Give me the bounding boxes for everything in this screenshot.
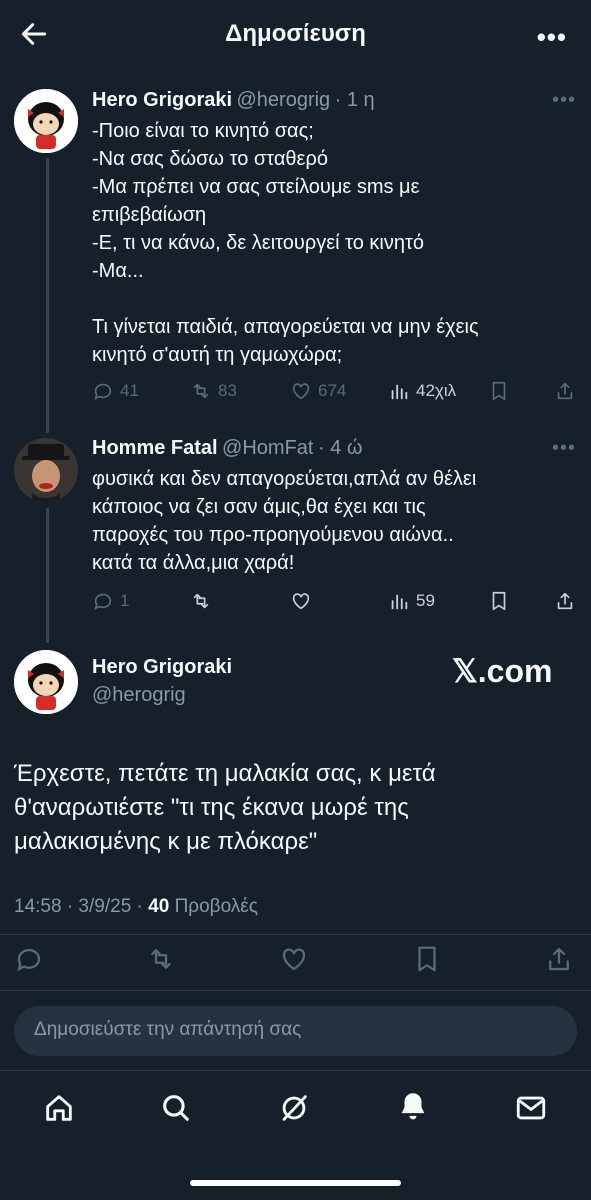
home-icon[interactable] xyxy=(42,1091,76,1130)
notifications-icon[interactable] xyxy=(396,1089,430,1128)
bookmark-button[interactable] xyxy=(412,944,442,979)
author-name[interactable]: Hero Grigoraki xyxy=(92,89,232,111)
views-button[interactable]: 42χιλ xyxy=(388,380,456,402)
search-icon[interactable] xyxy=(159,1091,193,1130)
author-handle[interactable]: @herogrig xyxy=(92,684,186,707)
tweet-text: φυσικά και δεν απαγορεύεται,απλά αν θέλε… xyxy=(92,468,477,574)
repost-button[interactable]: 83 xyxy=(190,380,237,402)
like-button[interactable] xyxy=(290,590,312,612)
avatar[interactable] xyxy=(14,89,78,153)
reply-icon xyxy=(94,383,112,400)
reply-count: 1 xyxy=(120,591,130,610)
reply-icon xyxy=(17,949,41,972)
author-name[interactable]: Hero Grigoraki xyxy=(92,656,232,679)
reply-button[interactable]: 41 xyxy=(92,380,139,402)
reply-count: 41 xyxy=(120,381,139,400)
divider xyxy=(0,990,591,991)
reply-button[interactable]: 1 xyxy=(92,590,129,612)
reply-icon xyxy=(94,593,112,610)
grok-icon[interactable] xyxy=(277,1091,311,1130)
avatar-image xyxy=(14,650,78,714)
bookmark-icon xyxy=(492,591,506,611)
tweet-more-icon[interactable]: ••• xyxy=(552,437,576,460)
bookmark-icon xyxy=(418,946,436,972)
tweet-more-icon[interactable]: ••• xyxy=(552,89,576,112)
avatar-image xyxy=(14,89,78,153)
avatar[interactable] xyxy=(14,438,78,502)
repost-icon xyxy=(151,949,171,969)
thread-line xyxy=(46,508,49,643)
share-button[interactable] xyxy=(554,380,576,402)
repost-icon xyxy=(193,383,209,399)
author-handle[interactable]: @HomFat xyxy=(222,437,313,459)
tweet1-actions: 41 83 674 42χιλ xyxy=(92,380,578,406)
page-title: Δημοσίευση xyxy=(225,20,366,47)
main-actions xyxy=(14,944,577,976)
reply-button[interactable] xyxy=(14,944,44,979)
views-total: 40 xyxy=(148,896,170,917)
repost-count: 83 xyxy=(218,381,237,400)
share-icon xyxy=(557,592,573,610)
avatar-image xyxy=(14,438,78,502)
views-count: 42χιλ xyxy=(416,381,457,400)
views-icon xyxy=(391,594,408,610)
more-icon[interactable]: ••• xyxy=(537,22,567,53)
author-handle[interactable]: @herogrig xyxy=(237,89,331,111)
timestamp: 14:58 · 3/9/25 · xyxy=(14,896,149,917)
repost-button[interactable] xyxy=(146,944,176,979)
watermark: 𝕏.com xyxy=(452,653,553,689)
like-count: 674 xyxy=(318,381,347,400)
top-bar: Δημοσίευση ••• xyxy=(0,0,591,72)
reply-placeholder: Δημοσιεύστε την απάντησή σας xyxy=(34,1019,302,1040)
views-count: 59 xyxy=(416,591,435,610)
like-icon xyxy=(292,593,310,610)
tweet-time: · 1 η xyxy=(334,89,375,111)
like-icon xyxy=(282,948,306,971)
main-tweet-text: Έρχεστε, πετάτε τη μαλακία σας, κ μετά θ… xyxy=(14,760,436,855)
repost-button[interactable] xyxy=(190,590,212,612)
bookmark-button[interactable] xyxy=(488,590,510,612)
tweet2-header: Homme Fatal @HomFat · 4 ώ xyxy=(92,437,362,460)
repost-icon xyxy=(193,593,209,609)
divider xyxy=(0,934,591,935)
tweet-text: -Ποιο είναι το κινητό σας; -Να σας δώσω … xyxy=(92,120,479,366)
avatar[interactable] xyxy=(14,650,78,714)
like-button[interactable] xyxy=(279,944,309,979)
views-button[interactable]: 59 xyxy=(388,590,435,612)
views-icon xyxy=(391,384,408,400)
home-indicator xyxy=(190,1180,401,1186)
author-name[interactable]: Homme Fatal xyxy=(92,437,218,459)
share-button[interactable] xyxy=(554,590,576,612)
views-label: Προβολές xyxy=(169,896,258,917)
tweet2-actions: 1 59 xyxy=(92,590,578,616)
bookmark-icon xyxy=(492,381,506,401)
messages-icon[interactable] xyxy=(514,1091,548,1130)
like-icon xyxy=(292,383,310,400)
thread-line xyxy=(46,158,49,433)
tweet-meta: 14:58 · 3/9/25 · 40 Προβολές xyxy=(14,896,258,918)
bookmark-button[interactable] xyxy=(488,380,510,402)
share-button[interactable] xyxy=(544,944,574,979)
tweet-time: · 4 ώ xyxy=(317,437,363,459)
share-icon xyxy=(557,382,573,400)
share-icon xyxy=(549,947,569,971)
like-button[interactable]: 674 xyxy=(290,380,346,402)
tweet1-header: Hero Grigoraki @herogrig · 1 η xyxy=(92,89,375,112)
